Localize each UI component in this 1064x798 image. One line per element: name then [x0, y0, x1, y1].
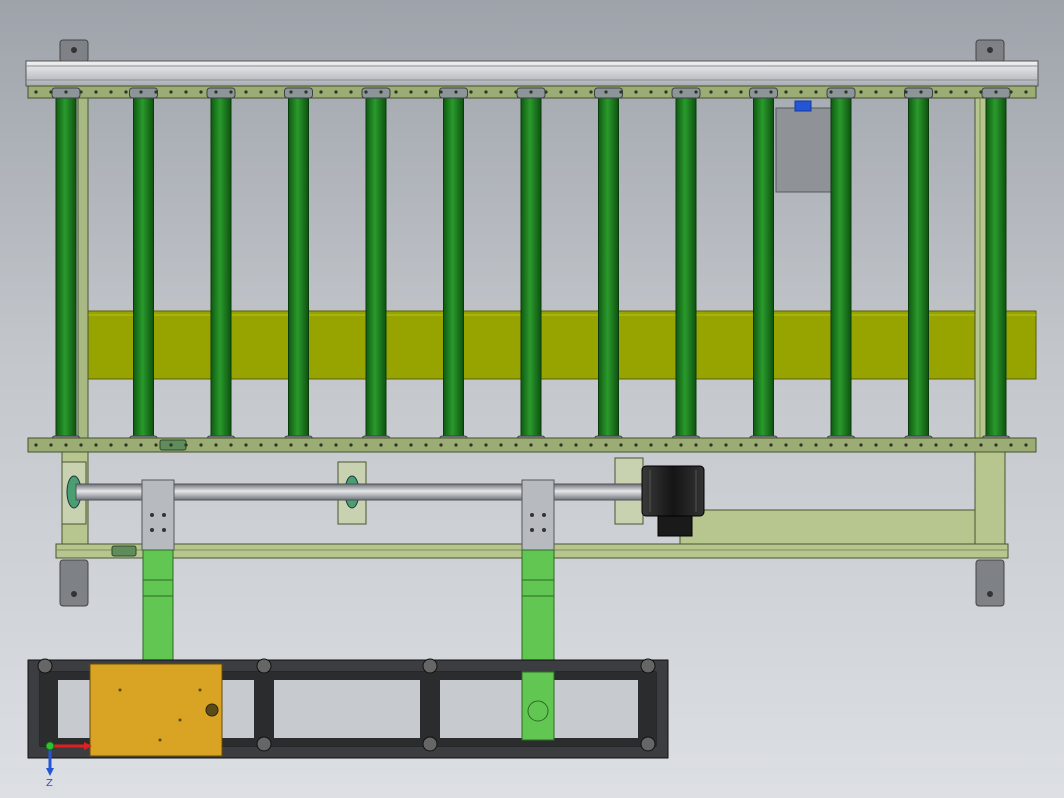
chain-sprocket-icon	[159, 439, 187, 451]
cad-viewport[interactable]: Z	[0, 0, 1064, 798]
conveyor-roller	[361, 87, 391, 447]
lower-rail-fitting	[111, 545, 137, 557]
lift-bracket-right	[521, 479, 555, 551]
lift-leg-right-lower	[521, 671, 555, 741]
roller-bearing-cap	[284, 87, 313, 99]
conveyor-roller	[671, 87, 701, 447]
lift-leg-left	[142, 549, 174, 663]
lift-bracket-left	[141, 479, 175, 551]
roller-bearing-cap	[749, 87, 778, 99]
conveyor-roller	[129, 87, 158, 447]
mounting-tab-top-left	[59, 39, 89, 63]
conveyor-roller	[51, 87, 81, 447]
roller-bearing-cap	[904, 87, 933, 99]
conveyor-roller	[904, 87, 933, 447]
roller-bearing-cap	[594, 87, 623, 99]
conveyor-roller	[826, 87, 856, 447]
conveyor-roller	[594, 87, 623, 447]
conveyor-assembly-drawing: Z	[25, 39, 1039, 789]
roller-array	[51, 87, 1011, 447]
sensor-icon	[794, 100, 812, 112]
sensor-bracket-plate	[775, 100, 833, 193]
conveyor-roller	[749, 87, 778, 447]
conveyor-roller	[981, 87, 1011, 447]
conveyor-roller	[439, 87, 468, 447]
top-guide-rail	[25, 60, 1039, 87]
mounting-tab-bottom-left	[59, 559, 89, 607]
roller-bearing-cap	[439, 87, 468, 99]
frame-post-left	[77, 97, 89, 439]
conveyor-roller	[206, 87, 236, 447]
control-box	[89, 663, 223, 757]
roller-bearing-cap	[129, 87, 158, 99]
mounting-tab-top-right	[975, 39, 1005, 63]
conveyor-roller	[284, 87, 313, 447]
conveyor-roller	[516, 87, 546, 447]
triad-z-label: Z	[46, 778, 53, 789]
mounting-tab-bottom-right	[975, 559, 1005, 607]
